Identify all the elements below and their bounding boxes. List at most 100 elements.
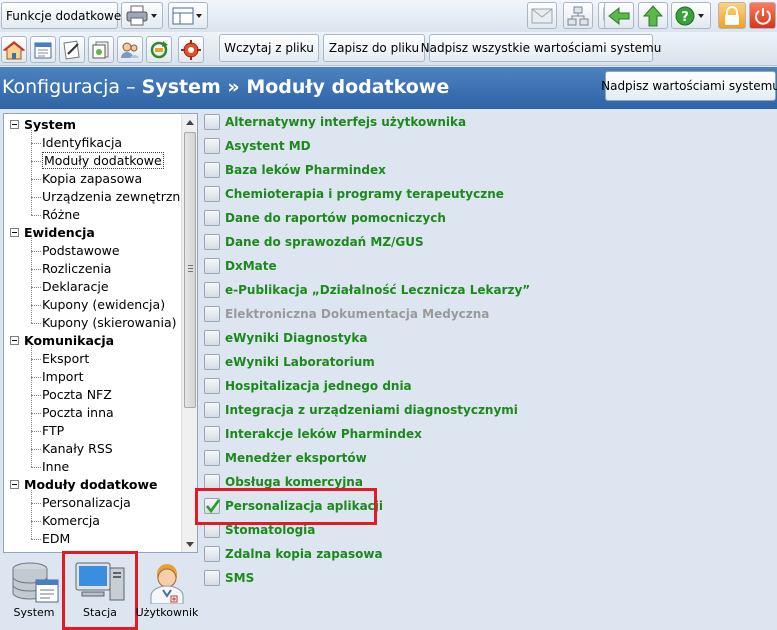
module-checkbox[interactable] — [204, 234, 220, 250]
lock-button[interactable] — [718, 2, 746, 29]
tree-item[interactable]: Identyfikacja — [42, 134, 122, 152]
module-row: Zdalna kopia zapasowa — [204, 544, 383, 564]
tree-item[interactable]: Kupony (skierowania) — [42, 314, 177, 332]
tree-item[interactable]: Kupony (ewidencja) — [42, 296, 165, 314]
tree-item[interactable]: Moduły dodatkowe — [42, 152, 164, 170]
module-checkbox[interactable] — [204, 186, 220, 202]
network-button[interactable] — [563, 2, 593, 29]
additional-functions-label: Funkcje dodatkowe — [6, 8, 122, 23]
tree-item[interactable]: Eksport — [42, 350, 89, 368]
module-row: Elektroniczna Dokumentacja Medyczna — [204, 304, 489, 324]
tree-item[interactable]: Komercja — [42, 512, 100, 530]
tree-item-label: FTP — [42, 423, 65, 438]
tree-item[interactable]: Urządzenia zewnętrzne — [42, 188, 182, 206]
module-label[interactable]: Baza leków Pharmindex — [225, 163, 386, 177]
home-button[interactable] — [1, 36, 27, 63]
module-checkbox[interactable] — [204, 138, 220, 154]
collapse-icon[interactable] — [10, 336, 19, 345]
module-label[interactable]: Zdalna kopia zapasowa — [225, 547, 383, 561]
module-label[interactable]: Dane do sprawozdań MZ/GUS — [225, 235, 424, 249]
mail-button[interactable] — [527, 2, 557, 29]
module-label[interactable]: SMS — [225, 571, 254, 585]
module-row: Integracja z urządzeniami diagnostycznym… — [204, 400, 518, 420]
tree-item[interactable]: Deklaracje — [42, 278, 109, 296]
import-from-file-button[interactable]: Wczytaj z pliku — [219, 34, 319, 62]
tree-item[interactable]: EDM — [42, 530, 70, 548]
tab-station[interactable]: Stacja — [70, 560, 130, 626]
module-label[interactable]: Menedżer eksportów — [225, 451, 367, 465]
calendar-button[interactable] — [30, 36, 56, 63]
tree-item[interactable]: Poczta NFZ — [42, 386, 112, 404]
module-checkbox[interactable] — [204, 450, 220, 466]
tree-item[interactable]: Kanały RSS — [42, 440, 113, 458]
settings-button[interactable] — [178, 36, 204, 63]
print-dropdown[interactable] — [121, 2, 163, 29]
module-label[interactable]: Interakcje leków Pharmindex — [225, 427, 422, 441]
layout-dropdown[interactable] — [168, 2, 208, 29]
module-checkbox[interactable] — [204, 162, 220, 178]
module-checkbox[interactable] — [204, 330, 220, 346]
module-checkbox[interactable] — [204, 570, 220, 586]
module-checkbox[interactable] — [204, 114, 220, 130]
tab-system[interactable]: System — [6, 560, 62, 626]
tree-item[interactable]: Różne — [42, 206, 80, 224]
module-label[interactable]: e-Publikacja „Działalność Lecznicza Leka… — [225, 283, 530, 297]
collapse-icon[interactable] — [10, 480, 19, 489]
tree-item[interactable]: Inne — [42, 458, 69, 476]
additional-functions-dropdown[interactable]: Funkcje dodatkowe — [1, 2, 134, 29]
module-label[interactable]: Integracja z urządzeniami diagnostycznym… — [225, 403, 518, 417]
module-checkbox[interactable] — [204, 258, 220, 274]
module-checkbox[interactable] — [204, 378, 220, 394]
scroll-down-button[interactable] — [182, 536, 197, 552]
collapse-icon[interactable] — [10, 228, 19, 237]
tree-item[interactable]: Import — [42, 368, 84, 386]
tree-item[interactable]: Podstawowe — [42, 242, 120, 260]
module-label[interactable]: eWyniki Laboratorium — [225, 355, 375, 369]
patients-button[interactable] — [117, 36, 143, 63]
module-label[interactable]: Chemioterapia i programy terapeutyczne — [225, 187, 504, 201]
module-checkbox[interactable] — [204, 282, 220, 298]
tree-item[interactable]: Kopia zapasowa — [42, 170, 142, 188]
tree-item[interactable]: FTP — [42, 422, 64, 440]
envelope-icon — [531, 8, 553, 23]
module-checkbox[interactable] — [204, 210, 220, 226]
module-label[interactable]: Hospitalizacja jednego dnia — [225, 379, 412, 393]
module-checkbox[interactable] — [204, 426, 220, 442]
overwrite-all-button[interactable]: Nadpisz wszystkie wartościami systemu — [421, 34, 661, 62]
overwrite-with-system-button[interactable]: Nadpisz wartościami systemu — [601, 71, 777, 101]
help-dropdown[interactable]: ? — [671, 2, 711, 29]
module-label[interactable]: Stomatologia — [225, 523, 315, 537]
module-checkbox[interactable] — [204, 354, 220, 370]
back-button[interactable] — [604, 2, 634, 29]
tree-item-label: Kanały RSS — [42, 441, 113, 456]
scroll-up-button[interactable] — [182, 114, 197, 130]
chevron-down-icon — [697, 13, 704, 18]
module-label[interactable]: eWyniki Diagnostyka — [225, 331, 367, 345]
collapse-icon[interactable] — [10, 120, 19, 129]
up-button[interactable] — [638, 2, 668, 29]
module-label[interactable]: DxMate — [225, 259, 277, 273]
tab-user[interactable]: Użytkownik — [136, 560, 198, 626]
save-to-file-button[interactable]: Zapisz do pliku — [323, 34, 425, 62]
sync-icon — [150, 40, 168, 58]
tree-scrollbar[interactable] — [181, 114, 197, 552]
module-checkbox[interactable] — [204, 402, 220, 418]
sync-button[interactable] — [146, 36, 172, 63]
module-label[interactable]: Dane do raportów pomocniczych — [225, 211, 446, 225]
documents-button[interactable] — [88, 36, 114, 63]
prescription-button[interactable] — [59, 36, 85, 63]
module-label[interactable]: Obsługa komercyjna — [225, 475, 363, 489]
lock-icon — [725, 5, 739, 25]
power-button[interactable] — [749, 2, 776, 29]
tree-item[interactable]: Poczta inna — [42, 404, 114, 422]
module-label[interactable]: Asystent MD — [225, 139, 311, 153]
module-checkbox — [204, 306, 220, 322]
tree-item[interactable]: Rozliczenia — [42, 260, 111, 278]
module-checkbox[interactable] — [204, 546, 220, 562]
network-icon — [567, 6, 589, 25]
module-label[interactable]: Alternatywny interfejs użytkownika — [225, 115, 466, 129]
gear-icon — [181, 39, 201, 60]
tree-item[interactable]: Personalizacja — [42, 494, 131, 512]
scroll-thumb[interactable] — [184, 132, 196, 408]
module-row: Menedżer eksportów — [204, 448, 367, 468]
